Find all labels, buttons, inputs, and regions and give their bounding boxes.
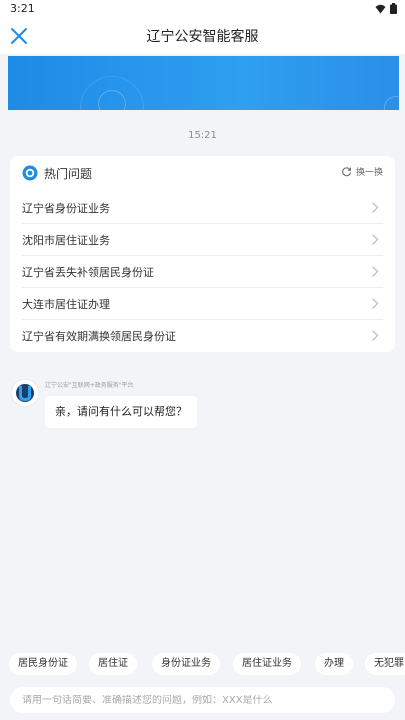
message-input-bar xyxy=(10,687,395,713)
bot-logo-icon xyxy=(10,378,40,408)
list-item[interactable]: 辽宁省丢失补领居民身份证 xyxy=(22,256,383,288)
chevron-right-icon xyxy=(372,266,379,277)
battery-icon xyxy=(390,3,397,14)
hot-question-icon xyxy=(22,165,38,181)
list-item-label: 辽宁省身份证业务 xyxy=(22,202,110,215)
hot-questions-list: 辽宁省身份证业务 沈阳市居住证业务 辽宁省丢失补领居民身份证 大连市居住证办理 … xyxy=(10,192,395,352)
chevron-right-icon xyxy=(372,234,379,245)
quick-tag[interactable]: 居民身份证 xyxy=(9,653,77,675)
quick-tag[interactable]: 居住证 xyxy=(89,653,137,675)
status-icons xyxy=(375,3,397,14)
avatar xyxy=(10,378,40,408)
bot-name: 辽宁公安"互联网+政务服务"平台 xyxy=(45,382,134,389)
chevron-right-icon xyxy=(372,202,379,213)
wifi-icon xyxy=(375,4,386,13)
list-item-label: 沈阳市居住证业务 xyxy=(22,234,110,247)
bot-message-bubble: 亲，请问有什么可以帮您？ xyxy=(45,396,197,428)
chevron-right-icon xyxy=(372,298,379,309)
hot-questions-header: 热门问题 换一换 xyxy=(10,156,395,190)
quick-tag[interactable]: 身份证业务 xyxy=(152,653,220,675)
list-item-label: 辽宁省丢失补领居民身份证 xyxy=(22,266,154,279)
quick-tag[interactable]: 居住证业务 xyxy=(233,653,301,675)
status-bar: 3:21 xyxy=(0,0,405,18)
list-item-label: 大连市居住证办理 xyxy=(22,298,110,311)
status-time: 3:21 xyxy=(10,2,35,15)
page-title: 辽宁公安智能客服 xyxy=(146,29,259,45)
chat-timestamp: 15:21 xyxy=(188,130,217,141)
nav-bar: 辽宁公安智能客服 xyxy=(0,18,405,54)
hot-questions-card: 热门问题 换一换 辽宁省身份证业务 沈阳市居住证业务 辽宁省丢失补领居民身份证 … xyxy=(10,156,395,352)
message-input[interactable] xyxy=(22,694,383,706)
refresh-button[interactable]: 换一换 xyxy=(341,165,383,178)
quick-tag[interactable]: 无犯罪 xyxy=(365,653,405,675)
refresh-icon xyxy=(342,167,352,177)
chevron-right-icon xyxy=(372,330,379,341)
quick-tag[interactable]: 办理 xyxy=(315,653,353,675)
list-item[interactable]: 辽宁省有效期满换领居民身份证 xyxy=(22,320,383,352)
list-item[interactable]: 大连市居住证办理 xyxy=(22,288,383,320)
banner-image xyxy=(8,56,399,110)
quick-tags-bar: 居民身份证 居住证 身份证业务 居住证业务 办理 无犯罪 xyxy=(0,653,405,675)
list-item[interactable]: 沈阳市居住证业务 xyxy=(22,224,383,256)
list-item[interactable]: 辽宁省身份证业务 xyxy=(22,192,383,224)
hot-questions-title: 热门问题 xyxy=(44,167,93,181)
list-item-label: 辽宁省有效期满换领居民身份证 xyxy=(22,330,176,343)
refresh-label: 换一换 xyxy=(355,168,383,178)
